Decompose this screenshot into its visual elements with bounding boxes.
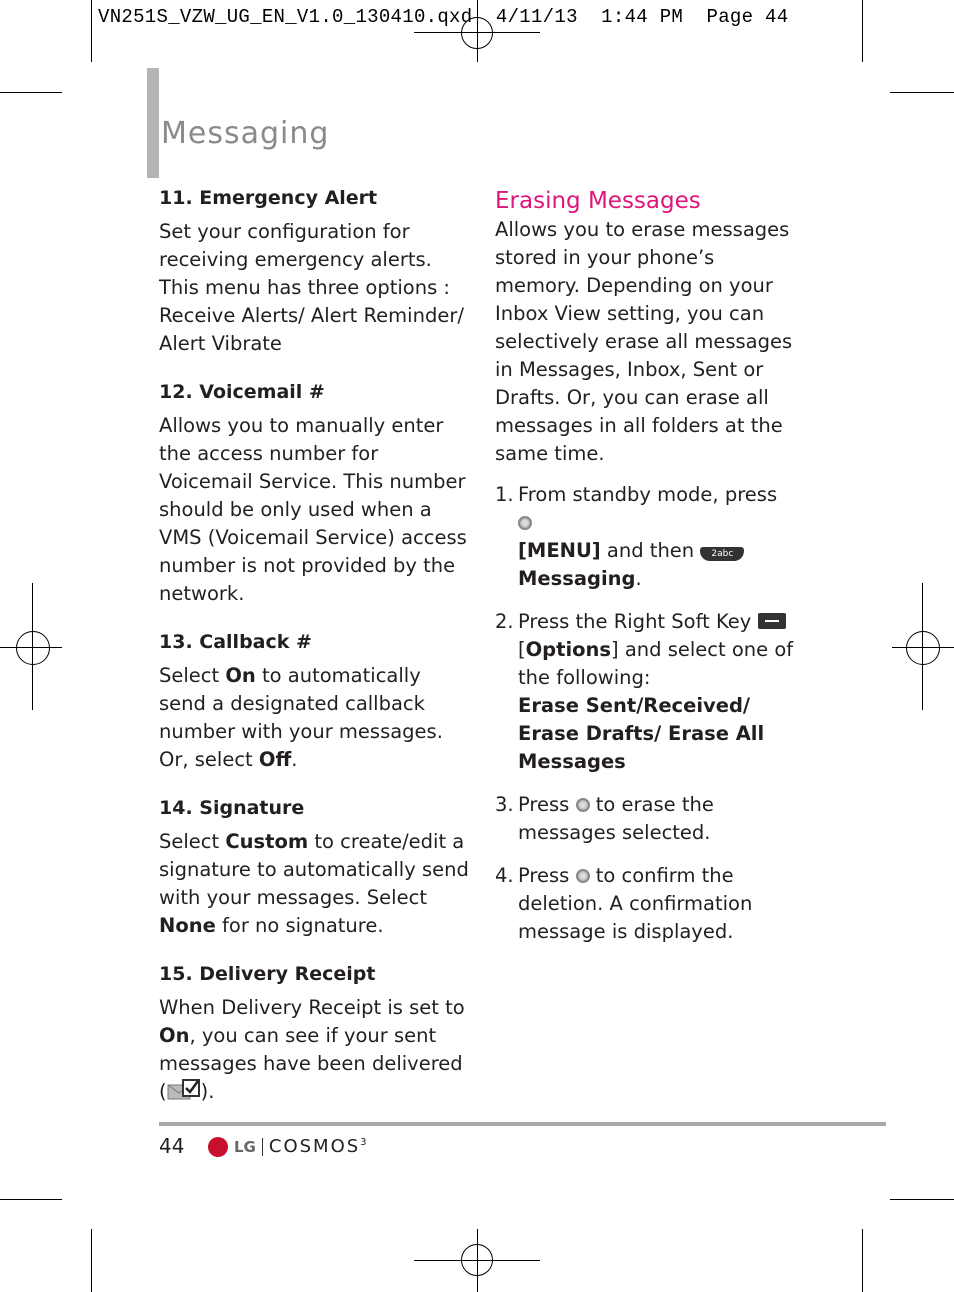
section-title-bar [147,68,159,178]
item-body: When Delivery Receipt is set to On, you … [159,996,465,1103]
item-body: Set your configuration for receiving eme… [159,220,464,355]
ok-button-icon [518,516,532,530]
section-title: Messaging [161,116,330,151]
delivered-envelope-icon [167,1079,201,1101]
file-slug: VN251S_VZW_UG_EN_V1.0_130410.qxd 4/11/13… [98,6,789,28]
registration-mark [461,17,493,49]
item-heading: 11. Emergency Alert [159,187,378,209]
crop-mark [890,92,954,93]
item-body: Select On to automatically send a design… [159,664,443,771]
crop-mark [862,1229,863,1292]
crop-mark [0,1199,62,1200]
key-2abc-icon: 2abc [700,547,745,561]
item-heading: 15. Delivery Receipt [159,963,376,985]
brand-logo: LG COSMOS3 [208,1136,369,1157]
registration-mark [461,1244,493,1276]
crop-mark [862,0,863,62]
intro-text: Allows you to erase messages stored in y… [495,218,793,465]
logo-separator [261,1137,263,1156]
item-heading: 12. Voicemail # [159,381,325,403]
footer-rule [159,1122,886,1126]
lg-wordmark: LG [234,1137,256,1156]
registration-mark [16,631,50,665]
crop-mark [91,1229,92,1292]
step-4: 4. Press to confirm the deletion. A confi… [495,864,753,943]
crop-mark [0,92,62,93]
right-soft-key-icon [757,613,786,629]
step-3: 3. Press to erase the messages selected. [495,793,714,844]
item-body: Select Custom to create/edit a signature… [159,830,469,937]
step-2: 2. Press the Right Soft Key [Options] and… [495,610,794,773]
item-body: Allows you to manually enter the access … [159,414,467,605]
item-heading: 14. Signature [159,797,305,819]
product-name: COSMOS3 [268,1136,369,1157]
lg-logo-icon [208,1136,228,1157]
left-column: 11. Emergency Alert Set your configurati… [159,184,469,1106]
item-heading: 13. Callback # [159,631,312,653]
step-1: 1. From standby mode, press [MENU] and th… [495,483,778,590]
ok-button-icon [575,869,590,883]
registration-mark [906,631,940,665]
ok-button-icon [575,798,590,812]
erasing-messages-heading: Erasing Messages [495,188,701,214]
right-column: Erasing Messages Allows you to erase mes… [495,186,795,946]
crop-mark [91,0,92,62]
crop-mark [890,1199,954,1200]
page-number: 44 [159,1134,185,1158]
